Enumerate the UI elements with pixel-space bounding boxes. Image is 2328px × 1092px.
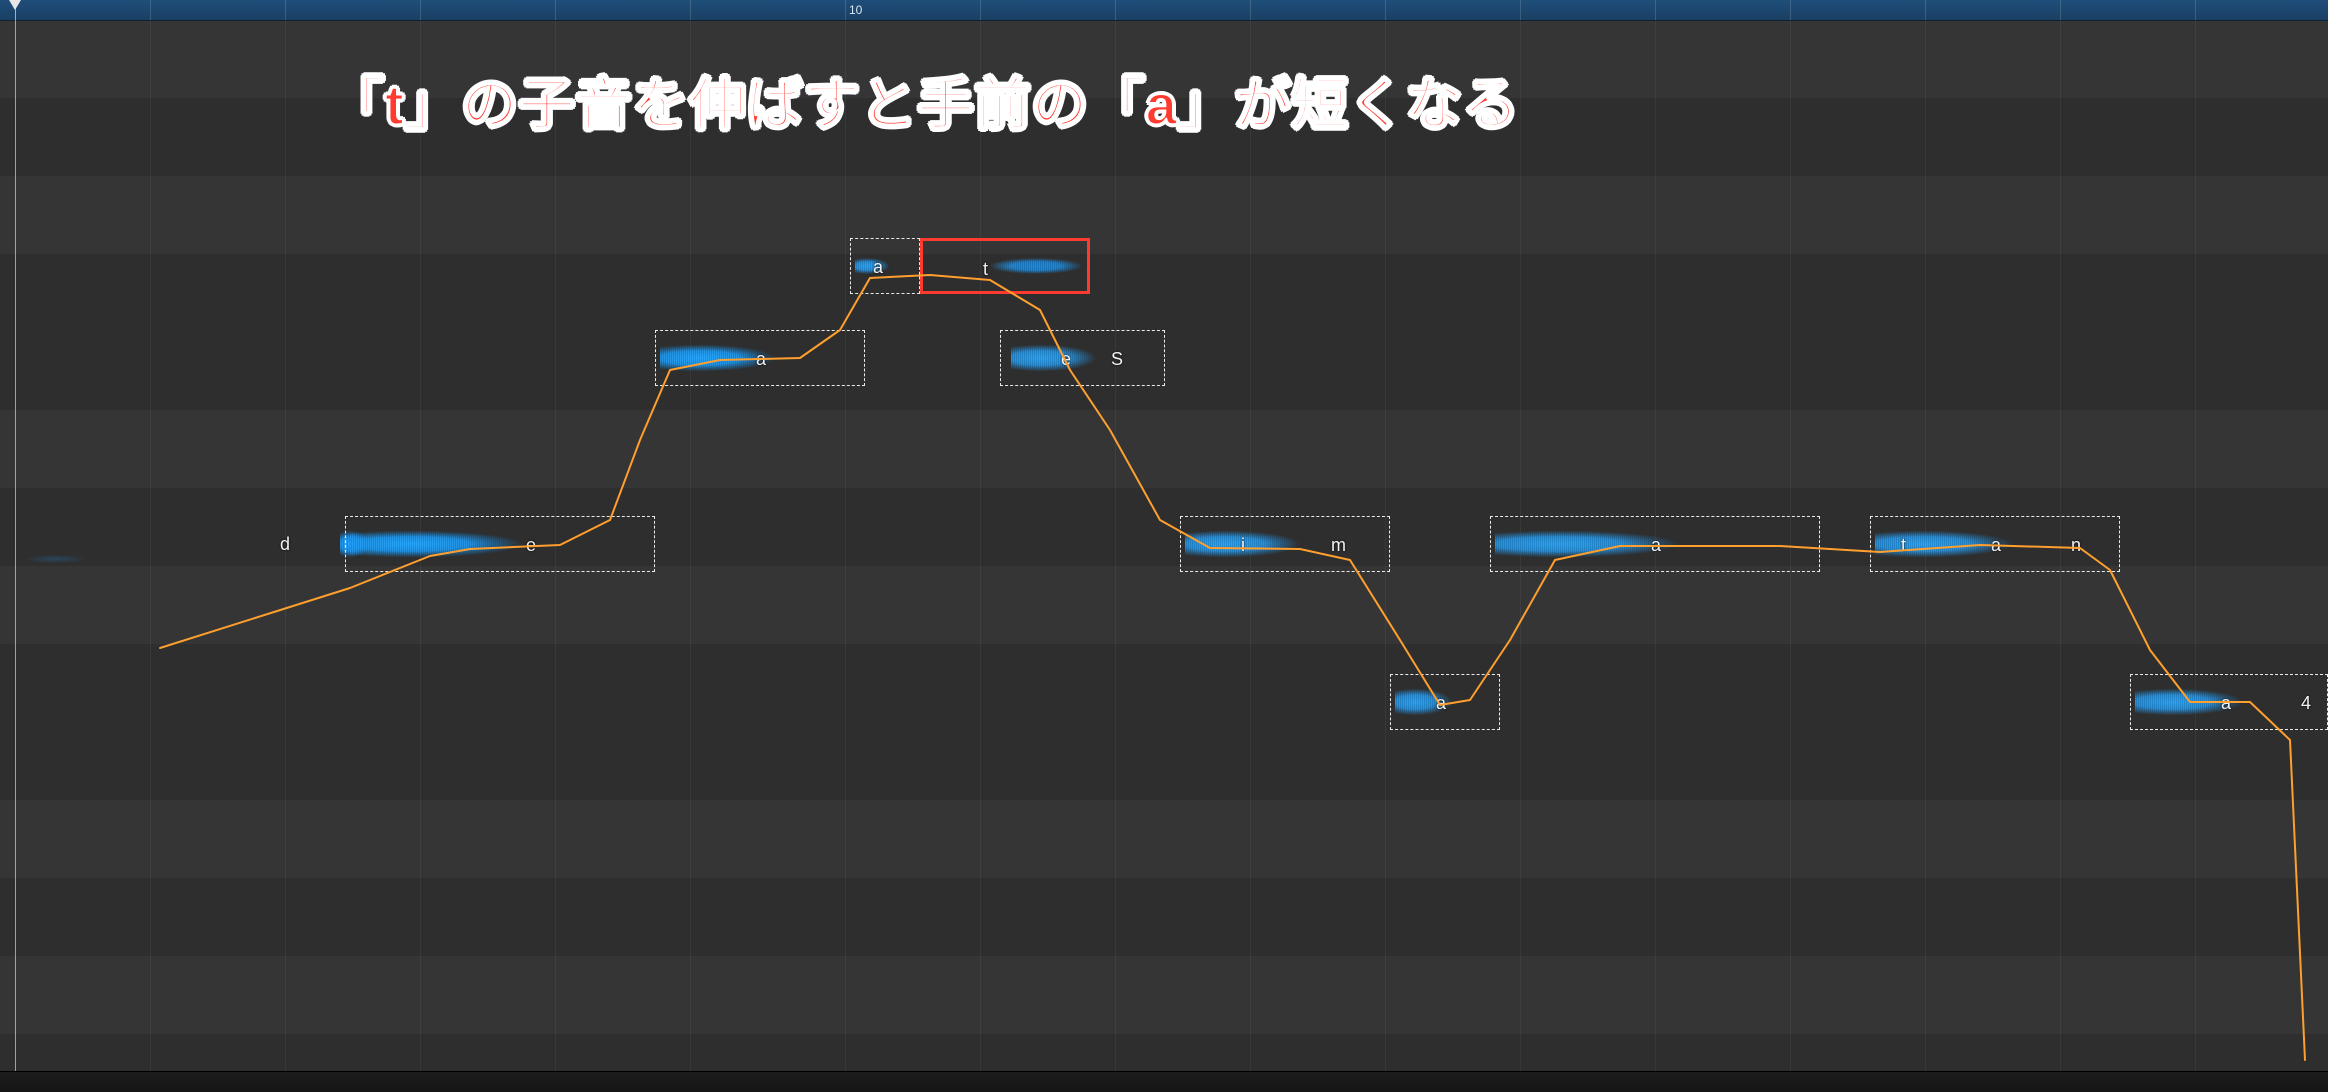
audio-waveform [1011,343,1160,373]
playhead-icon[interactable] [9,0,21,10]
ruler-tick [1250,0,1251,20]
note-eS[interactable]: eS [1000,330,1165,386]
phoneme-label: i [1241,535,1245,556]
note-e1[interactable]: e [345,516,655,572]
note-a4[interactable]: a [1490,516,1820,572]
phoneme-label: 4 [2301,693,2311,714]
phoneme-label: a [1991,535,2001,556]
grid-line [980,20,981,1072]
phoneme-label: e [526,535,536,556]
audio-waveform [660,343,860,373]
audio-waveform [927,257,1083,275]
ruler-tick [1790,0,1791,20]
ruler-tick [980,0,981,20]
audio-waveform [1395,687,1495,717]
pitch-lane[interactable] [0,566,2328,645]
pitch-lane[interactable] [0,800,2328,879]
audio-waveform [2135,687,2323,717]
grid-line [1115,20,1116,1072]
note-t[interactable]: t [920,238,1090,294]
audio-waveform [20,555,90,563]
ruler-marker-label: 10 [845,3,862,17]
phoneme-label: d [280,534,290,555]
grid-line [690,20,691,1072]
phoneme-label: e [1061,349,1071,370]
ruler-tick [1385,0,1386,20]
phoneme-label: m [1331,535,1346,556]
grid-line [2195,20,2196,1072]
ruler-tick [845,0,846,20]
annotation-text: 「t」の子音を伸ばすと手前の「a」が短くなる [328,60,1520,141]
audio-waveform [350,529,650,559]
ruler-tick [1520,0,1521,20]
phoneme-label: a [1651,535,1661,556]
ruler-tick [285,0,286,20]
audio-waveform [855,257,915,275]
ruler-tick [1655,0,1656,20]
audio-waveform [1495,529,1815,559]
note-im[interactable]: im [1180,516,1390,572]
note-tan[interactable]: tan [1870,516,2120,572]
phoneme-label: a [873,257,883,278]
ruler-tick [420,0,421,20]
ruler-tick [555,0,556,20]
pitch-lane[interactable] [0,878,2328,957]
phoneme-label: a [1436,693,1446,714]
note-a3[interactable]: a [1390,674,1500,730]
pitch-lane[interactable] [0,956,2328,1035]
pitch-lane[interactable] [0,176,2328,255]
ruler-tick [1115,0,1116,20]
note-a2[interactable]: a [850,238,920,294]
pitch-lane[interactable] [0,410,2328,489]
phoneme-label: a [2221,693,2231,714]
timeline-ruler[interactable]: 10 [0,0,2328,21]
ruler-tick [150,0,151,20]
pitch-lane[interactable] [0,722,2328,801]
ruler-tick [1925,0,1926,20]
bottom-transport-strip[interactable] [0,1071,2328,1092]
ruler-tick [690,0,691,20]
grid-line [845,20,846,1072]
note-a1[interactable]: a [655,330,865,386]
audio-waveform [1875,529,2115,559]
audio-waveform [1185,529,1385,559]
playhead-line [15,0,16,1092]
note-a5[interactable]: a4 [2130,674,2328,730]
phoneme-label: n [2071,535,2081,556]
ruler-tick [2060,0,2061,20]
vocal-editor-viewport: 10 deaateSimaatana4 「t」の子音を伸ばすと手前の「a」が短く… [0,0,2328,1092]
pitch-lane[interactable] [0,254,2328,333]
phoneme-label: t [983,259,988,280]
grid-line [150,20,151,1072]
phoneme-label: a [756,349,766,370]
phoneme-label: S [1111,349,1123,370]
pitch-lane[interactable] [0,644,2328,723]
ruler-tick [2195,0,2196,20]
phoneme-label: t [1901,535,1906,556]
